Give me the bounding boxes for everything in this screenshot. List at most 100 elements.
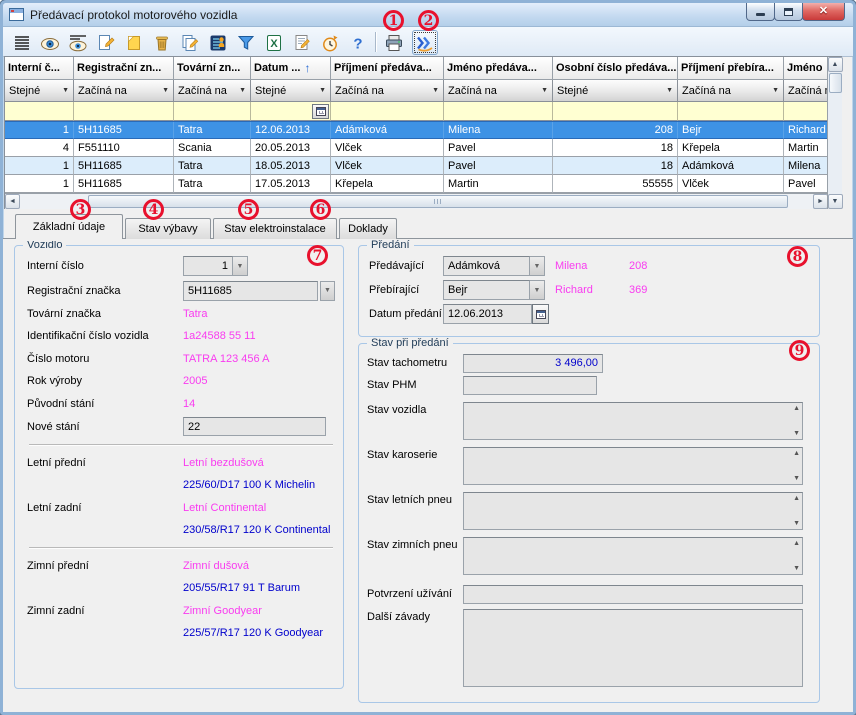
- filter-input-cell[interactable]: [784, 102, 828, 121]
- filter-operator-dropdown[interactable]: Stejné▼: [553, 80, 678, 102]
- stav-letnich-pneu-textarea[interactable]: ▲▼: [463, 492, 803, 530]
- scroll-right-button[interactable]: ►: [813, 194, 828, 209]
- table-row[interactable]: 15H11685Tatra17.05.2013KřepelaMartin5555…: [5, 175, 828, 193]
- scroll-up-icon[interactable]: ▲: [793, 495, 800, 502]
- restore-button[interactable]: [774, 3, 803, 21]
- table-row[interactable]: 15H11685Tatra12.06.2013AdámkováMilena208…: [5, 121, 828, 139]
- filter-input-cell[interactable]: [444, 102, 553, 121]
- scroll-down-icon[interactable]: ▼: [793, 430, 800, 437]
- scroll-left-button[interactable]: ◄: [5, 194, 20, 209]
- calendar-button[interactable]: [312, 104, 329, 119]
- datum-predani-field[interactable]: 12.06.2013: [443, 304, 549, 324]
- notes-button[interactable]: [289, 30, 315, 55]
- preview-columns-button[interactable]: [65, 30, 91, 55]
- filter-operator-dropdown[interactable]: Začíná na▼: [444, 80, 553, 102]
- stav-vozidla-textarea[interactable]: ▲▼: [463, 402, 803, 440]
- table-row[interactable]: 15H11685Tatra18.05.2013VlčekPavel18Adámk…: [5, 157, 828, 175]
- edit-record-button[interactable]: [121, 30, 147, 55]
- filter-operator-dropdown[interactable]: Začíná na▼: [174, 80, 251, 102]
- stav-karoserie-textarea[interactable]: ▲▼: [463, 447, 803, 485]
- prebirajici-value[interactable]: Bejr: [443, 280, 530, 300]
- registracni-znacka-combo[interactable]: 5H11685 ▼: [183, 281, 335, 301]
- registracni-znacka-value[interactable]: 5H11685: [183, 281, 318, 301]
- table-row[interactable]: 4F551110Scania20.05.2013VlčekPavel18Křep…: [5, 139, 828, 157]
- column-header[interactable]: Jméno: [784, 57, 828, 80]
- tab-stav-elektroinstalace[interactable]: Stav elektroinstalace: [213, 218, 337, 239]
- filter-operator-dropdown[interactable]: Stejné▼: [5, 80, 74, 102]
- annotation-7: 7: [307, 245, 328, 266]
- vertical-scroll-thumb[interactable]: [829, 73, 842, 93]
- filter-operator-dropdown[interactable]: Začíná na▼: [74, 80, 174, 102]
- column-header[interactable]: Registrační zn...: [74, 57, 174, 80]
- dropdown-icon[interactable]: ▼: [530, 280, 545, 300]
- scroll-up-icon[interactable]: ▲: [793, 450, 800, 457]
- predavajici-value[interactable]: Adámková: [443, 256, 530, 276]
- delete-record-button[interactable]: [149, 30, 175, 55]
- nove-stani-field[interactable]: 22: [183, 417, 326, 436]
- batch-settings-button[interactable]: [205, 30, 231, 55]
- predavajici-combo[interactable]: Adámková ▼: [443, 256, 545, 276]
- scroll-down-icon[interactable]: ▼: [793, 520, 800, 527]
- grid-horizontal-scrollbar[interactable]: ◄ ►: [5, 193, 828, 209]
- tab-stav-vybavy[interactable]: Stav výbavy: [125, 218, 211, 239]
- potvrzeni-uzivani-field[interactable]: [463, 585, 803, 604]
- grid-vertical-scrollbar[interactable]: ▲ ▼: [827, 57, 842, 209]
- tab-doklady[interactable]: Doklady: [339, 218, 397, 239]
- history-button[interactable]: [317, 30, 343, 55]
- dalsi-zavady-textarea[interactable]: [463, 609, 803, 687]
- stav-phm-field[interactable]: [463, 376, 597, 395]
- filter-input-cell[interactable]: [331, 102, 444, 121]
- filter-input-cell[interactable]: [251, 102, 331, 121]
- scroll-up-icon[interactable]: ▲: [793, 405, 800, 412]
- datum-predani-value[interactable]: 12.06.2013: [443, 304, 532, 324]
- calendar-button[interactable]: [532, 304, 549, 324]
- tab-zakladni-udaje[interactable]: Základní údaje: [15, 214, 123, 239]
- puvodni-stani-label: Původní stání: [27, 398, 183, 410]
- filter-operator-dropdown[interactable]: Začíná na▼: [678, 80, 784, 102]
- copy-record-button[interactable]: [177, 30, 203, 55]
- spin-down-icon[interactable]: ▼: [233, 256, 248, 276]
- handover-wizard-button[interactable]: [412, 30, 438, 55]
- grid-cell: 5H11685: [74, 122, 174, 139]
- close-button[interactable]: ✕: [802, 3, 845, 21]
- scroll-up-button[interactable]: ▲: [828, 57, 843, 72]
- filter-input-cell[interactable]: [174, 102, 251, 121]
- interni-cislo-value[interactable]: 1: [183, 256, 233, 276]
- filter-input-cell[interactable]: [553, 102, 678, 121]
- stav-zimnich-pneu-textarea[interactable]: ▲▼: [463, 537, 803, 575]
- preview-button[interactable]: [37, 30, 63, 55]
- filter-operator-dropdown[interactable]: Stejné▼: [251, 80, 331, 102]
- dropdown-icon[interactable]: ▼: [530, 256, 545, 276]
- minimize-button[interactable]: [746, 3, 775, 21]
- column-header[interactable]: Příjmení přebíra...: [678, 57, 784, 80]
- prebirajici-combo[interactable]: Bejr ▼: [443, 280, 545, 300]
- filter-operator-dropdown[interactable]: Začíná na▼: [784, 80, 828, 102]
- excel-export-button[interactable]: X: [261, 30, 287, 55]
- column-header[interactable]: Jméno předáva...: [444, 57, 553, 80]
- annotation-8: 8: [787, 246, 808, 267]
- annotation-2: 2: [418, 10, 439, 31]
- scroll-down-button[interactable]: ▼: [828, 194, 843, 209]
- stav-tachometru-field[interactable]: 3 496,00: [463, 354, 603, 373]
- interni-cislo-spinner[interactable]: 1 ▼: [183, 256, 248, 276]
- filter-input-cell[interactable]: [5, 102, 74, 121]
- filter-button[interactable]: [233, 30, 259, 55]
- horizontal-scroll-thumb[interactable]: [88, 195, 788, 208]
- scroll-down-icon[interactable]: ▼: [793, 565, 800, 572]
- scroll-down-icon[interactable]: ▼: [793, 475, 800, 482]
- scroll-up-icon[interactable]: ▲: [793, 540, 800, 547]
- print-button[interactable]: [381, 30, 407, 55]
- stav-zimnich-pneu-label: Stav zimních pneu: [367, 537, 463, 551]
- filter-input-cell[interactable]: [678, 102, 784, 121]
- column-header[interactable]: Tovární zn...: [174, 57, 251, 80]
- dropdown-icon[interactable]: ▼: [320, 281, 335, 301]
- filter-input-cell[interactable]: [74, 102, 174, 121]
- column-header[interactable]: Interní č...: [5, 57, 74, 80]
- column-header[interactable]: Datum ...↑: [251, 57, 331, 80]
- column-header[interactable]: Příjmení předáva...: [331, 57, 444, 80]
- list-button[interactable]: [9, 30, 35, 55]
- column-header[interactable]: Osobní číslo předáva...: [553, 57, 678, 80]
- filter-operator-dropdown[interactable]: Začíná na▼: [331, 80, 444, 102]
- new-record-button[interactable]: [93, 30, 119, 55]
- help-button[interactable]: ?: [345, 30, 371, 55]
